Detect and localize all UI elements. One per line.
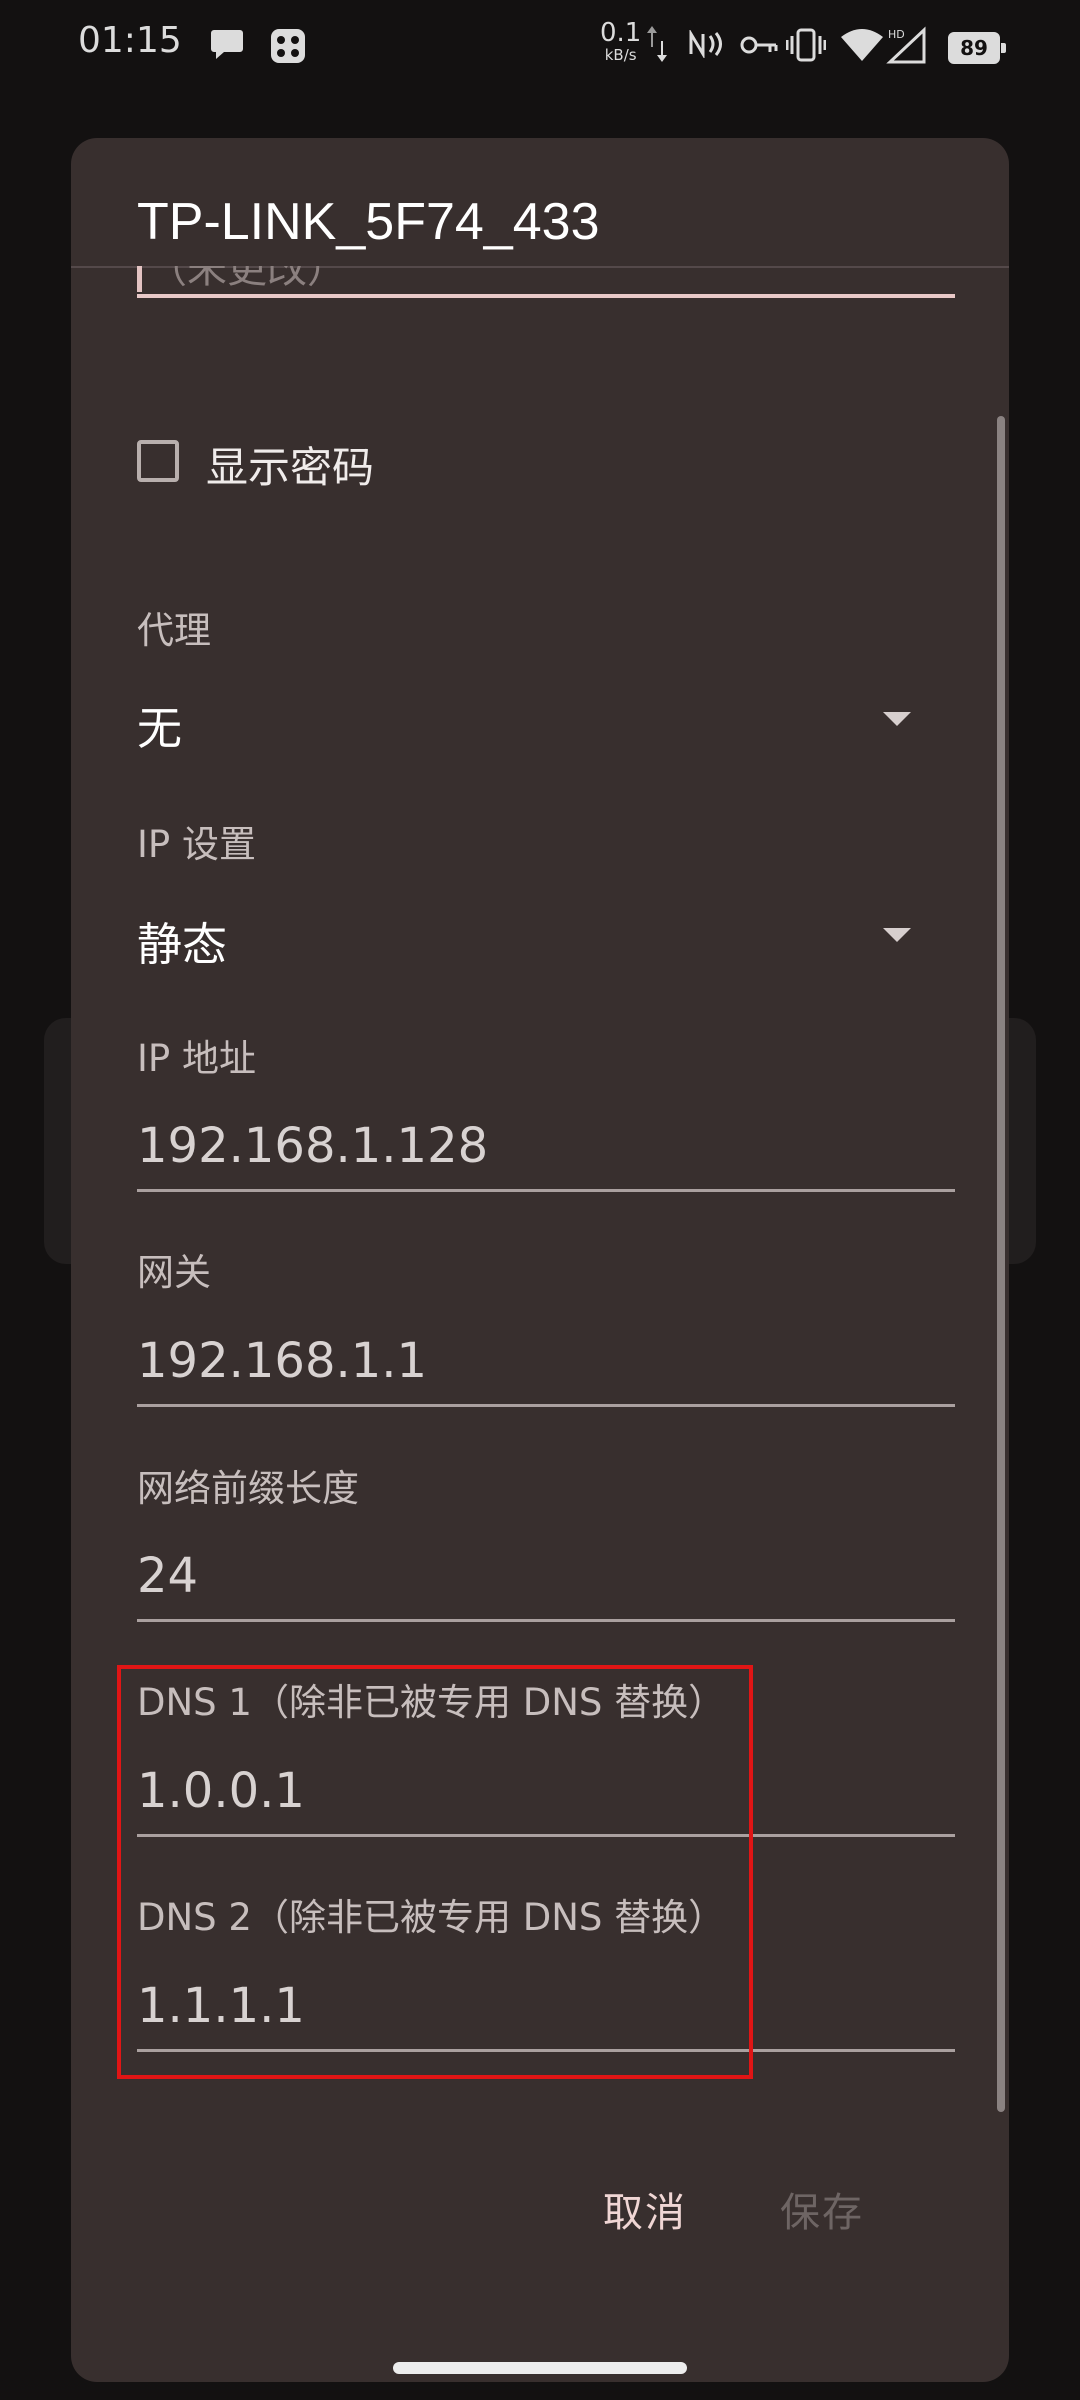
- save-button[interactable]: 保存: [780, 2180, 864, 2238]
- status-bar: 01:15 0.1 kB/s HD 89: [0, 0, 1080, 92]
- show-password-label[interactable]: 显示密码: [206, 434, 374, 495]
- signal-hd-icon: HD: [886, 26, 926, 64]
- proxy-value[interactable]: 无: [137, 692, 182, 757]
- dialog-title: TP-LINK_5F74_433: [137, 193, 600, 251]
- nfc-icon: [689, 30, 722, 58]
- ip-address-underline: [137, 1189, 955, 1192]
- cancel-button[interactable]: 取消: [603, 2180, 687, 2238]
- updown-arrows-icon: [647, 26, 667, 62]
- prefix-length-underline: [137, 1619, 955, 1622]
- home-indicator[interactable]: [393, 2362, 687, 2374]
- dns-highlight-box: [117, 1665, 753, 2079]
- vibrate-icon: [786, 28, 826, 62]
- ip-settings-dropdown-icon[interactable]: [883, 928, 911, 942]
- net-speed: 0.1 kB/s: [600, 18, 642, 64]
- prefix-length-label: 网络前缀长度: [137, 1467, 359, 1510]
- status-time: 01:15: [78, 20, 182, 61]
- gateway-label: 网关: [137, 1251, 211, 1294]
- scrollbar[interactable]: [997, 416, 1005, 2112]
- proxy-dropdown-icon[interactable]: [883, 712, 911, 726]
- wifi-icon: [841, 29, 883, 61]
- text-cursor: [137, 266, 142, 292]
- gateway-underline: [137, 1404, 955, 1407]
- ip-address-input[interactable]: 192.168.1.128: [137, 1118, 488, 1174]
- svg-text:HD: HD: [888, 28, 905, 41]
- proxy-label: 代理: [137, 609, 211, 652]
- password-placeholder: （未更改）: [147, 266, 347, 292]
- ip-address-label: IP 地址: [137, 1037, 256, 1080]
- key-icon: [740, 36, 778, 54]
- chat-bubble-icon: [211, 30, 243, 59]
- gateway-input[interactable]: 192.168.1.1: [137, 1333, 427, 1389]
- password-underline: [137, 294, 955, 298]
- app-badge-icon: [271, 29, 305, 63]
- battery-icon: 89: [948, 32, 1006, 64]
- show-password-checkbox[interactable]: [137, 440, 179, 482]
- password-field[interactable]: （未更改）: [137, 266, 955, 296]
- prefix-length-input[interactable]: 24: [137, 1548, 198, 1604]
- ip-settings-value[interactable]: 静态: [137, 908, 227, 973]
- ip-settings-label: IP 设置: [137, 823, 256, 866]
